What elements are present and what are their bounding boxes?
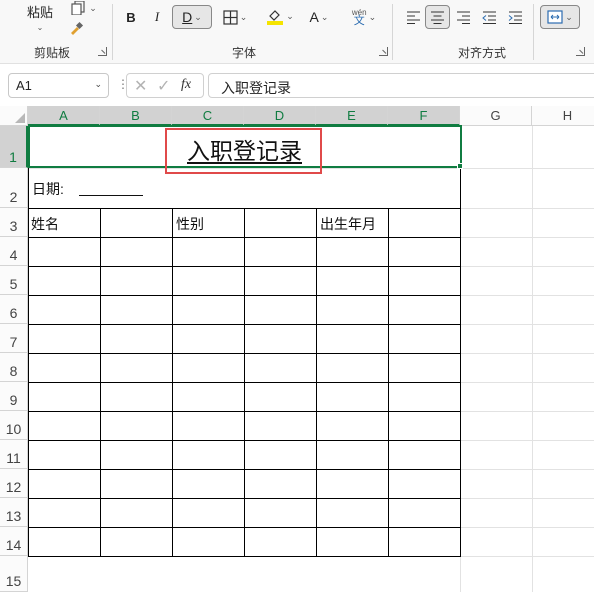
borders-chevron-icon: ⌄ xyxy=(239,11,248,22)
header-name: 姓名 xyxy=(31,216,59,232)
name-box[interactable]: A1 ⌄ xyxy=(8,73,109,98)
row-header-5[interactable]: 5 xyxy=(0,266,28,295)
name-box-value: A1 xyxy=(16,78,32,93)
merge-center-icon xyxy=(547,10,563,24)
date-label: 日期: xyxy=(32,179,64,199)
paste-chevron-icon: ⌄ xyxy=(36,23,44,32)
column-header-a[interactable]: A xyxy=(28,106,100,126)
align-left-icon xyxy=(406,11,420,24)
underline-label: D xyxy=(182,9,193,25)
enter-icon[interactable]: ✓ xyxy=(157,76,170,96)
align-center-icon xyxy=(431,11,444,24)
phonetic-bottom: 文 xyxy=(353,15,365,27)
alignment-group-label: 对齐方式 xyxy=(458,46,507,60)
row-header-3[interactable]: 3 xyxy=(0,208,28,237)
increase-indent-button[interactable] xyxy=(504,6,526,28)
row-header-8[interactable]: 8 xyxy=(0,353,28,382)
row-headers: 1 2 3 4 5 6 7 8 9 10 11 12 13 14 15 xyxy=(0,126,28,592)
column-header-g[interactable]: G xyxy=(460,106,532,126)
sheet-title: 入职登记录 xyxy=(187,138,302,164)
column-header-e[interactable]: E xyxy=(316,106,388,126)
align-right-icon xyxy=(456,11,470,24)
cell-grid[interactable]: 入职登记录 日期: 姓名 性别 出生年月 xyxy=(28,125,594,592)
row-header-7[interactable]: 7 xyxy=(0,324,28,353)
alignment-launcher-icon[interactable] xyxy=(576,47,585,56)
cancel-icon[interactable]: ✕ xyxy=(134,76,147,96)
formula-buttons: ✕ ✓ fx xyxy=(126,73,204,98)
column-header-d[interactable]: D xyxy=(244,106,316,126)
format-painter-icon xyxy=(71,21,84,35)
ribbon: 粘贴 ⌄ ⌄ 剪贴板 B I D ⌄ ⌄ ⌄ A ⌄ wén 文 ⌄ 字体 ⌄ … xyxy=(0,0,594,64)
format-painter-button[interactable] xyxy=(64,20,88,38)
row-header-10[interactable]: 10 xyxy=(0,411,28,440)
row-header-4[interactable]: 4 xyxy=(0,237,28,266)
copy-button[interactable]: ⌄ xyxy=(64,0,104,16)
header-gender: 性别 xyxy=(176,216,204,232)
font-color-label: A xyxy=(309,9,319,25)
phonetic-icon: wén 文 xyxy=(352,8,367,27)
fill-color-chevron-icon: ⌄ xyxy=(286,10,294,21)
align-right-button[interactable] xyxy=(452,6,474,28)
date-label-text: 日期: xyxy=(32,181,64,197)
row-header-11[interactable]: 11 xyxy=(0,440,28,469)
font-color-chevron-icon: ⌄ xyxy=(320,11,329,22)
align-center-button[interactable] xyxy=(425,5,450,29)
copy-chevron-icon: ⌄ xyxy=(89,2,97,13)
row-header-6[interactable]: 6 xyxy=(0,295,28,324)
align-left-button[interactable] xyxy=(402,6,424,28)
date-blank-line[interactable] xyxy=(79,195,143,196)
formula-input[interactable]: 入职登记录 xyxy=(208,73,594,98)
font-group-label: 字体 xyxy=(232,46,257,60)
merge-center-chevron-icon: ⌄ xyxy=(565,11,573,22)
column-header-b[interactable]: B xyxy=(100,106,172,126)
name-box-chevron-icon[interactable]: ⌄ xyxy=(94,79,102,90)
ribbon-separator xyxy=(112,4,113,60)
clipboard-launcher-icon[interactable] xyxy=(98,47,107,56)
row-header-13[interactable]: 13 xyxy=(0,498,28,527)
paste-button[interactable]: 粘贴 ⌄ xyxy=(22,2,58,32)
bold-button[interactable]: B xyxy=(120,6,142,28)
fill-color-button[interactable]: ⌄ xyxy=(262,4,298,28)
row-header-14[interactable]: 14 xyxy=(0,527,28,556)
row-header-1[interactable]: 1 xyxy=(0,126,28,168)
font-color-button[interactable]: A ⌄ xyxy=(304,6,334,28)
column-header-h[interactable]: H xyxy=(532,106,594,126)
phonetic-button[interactable]: wén 文 ⌄ xyxy=(346,4,382,30)
decrease-indent-icon xyxy=(481,11,496,24)
borders-button[interactable]: ⌄ xyxy=(218,6,252,28)
underline-button[interactable]: D ⌄ xyxy=(172,5,212,29)
row-header-2[interactable]: 2 xyxy=(0,168,28,208)
decrease-indent-button[interactable] xyxy=(478,6,500,28)
borders-icon xyxy=(223,9,238,25)
column-header-f[interactable]: F xyxy=(388,106,460,126)
underline-chevron-icon: ⌄ xyxy=(194,11,202,22)
italic-button[interactable]: I xyxy=(146,6,168,28)
header-birth: 出生年月 xyxy=(320,216,376,232)
ribbon-separator xyxy=(392,4,393,60)
copy-icon xyxy=(71,1,85,15)
column-headers: A B C D E F G H xyxy=(0,106,594,126)
font-launcher-icon[interactable] xyxy=(379,47,388,56)
fill-color-icon xyxy=(267,10,284,25)
row-header-9[interactable]: 9 xyxy=(0,382,28,411)
row-header-12[interactable]: 12 xyxy=(0,469,28,498)
column-header-c[interactable]: C xyxy=(172,106,244,126)
paste-label: 粘贴 xyxy=(26,5,53,20)
ribbon-separator xyxy=(533,4,534,60)
phonetic-chevron-icon: ⌄ xyxy=(368,11,377,22)
merge-center-button[interactable]: ⌄ xyxy=(540,5,580,29)
increase-indent-icon xyxy=(508,11,522,24)
clipboard-group-label: 剪贴板 xyxy=(34,46,71,60)
formula-bar: A1 ⌄ ⋮ ✕ ✓ fx 入职登记录 xyxy=(0,64,594,106)
row-header-15[interactable]: 15 xyxy=(0,556,28,592)
insert-function-icon[interactable]: fx xyxy=(181,77,191,93)
